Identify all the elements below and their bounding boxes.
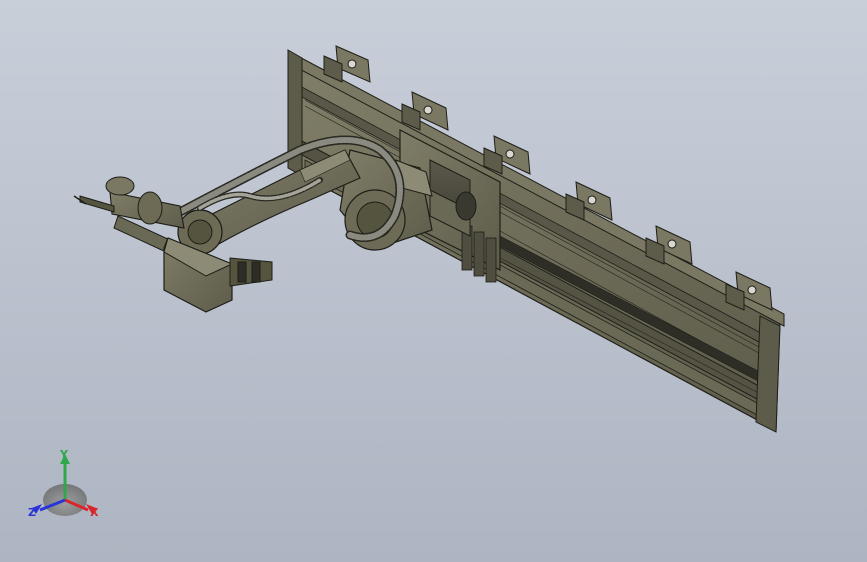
orientation-triad[interactable]: Y X Z	[18, 448, 128, 538]
x-axis-label: X	[90, 506, 99, 519]
robot-forearm	[73, 176, 185, 229]
model-graphics[interactable]	[0, 0, 867, 562]
cad-viewport[interactable]: Y X Z	[0, 0, 867, 562]
bracket-1	[323, 45, 371, 83]
y-axis-label: Y	[59, 448, 69, 461]
z-axis-label: Z	[28, 506, 36, 519]
